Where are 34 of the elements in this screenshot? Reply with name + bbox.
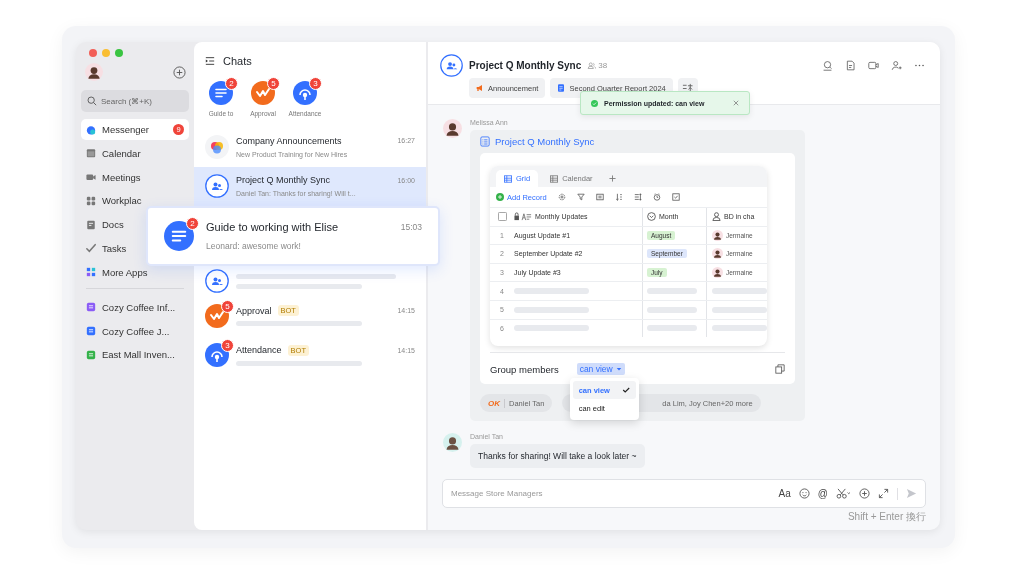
- chat-name: Guide to working with Elise: [206, 221, 339, 233]
- nav-item[interactable]: Workplac: [81, 190, 147, 212]
- message-bubble: Thanks for sharing! Will take a look later ~: [470, 444, 645, 468]
- nav-item[interactable]: Tasks: [81, 238, 132, 259]
- unread-badge: 5: [221, 299, 234, 313]
- document-item[interactable]: East Mall Inven...: [81, 344, 180, 366]
- panel-title: Chats: [223, 55, 252, 67]
- shortcut-hint: Shift + Enter 換行: [847, 510, 926, 524]
- search-field[interactable]: Search (⌘+K): [81, 90, 189, 112]
- chat-preview: Leonard: awesome work!: [206, 241, 302, 251]
- card-title[interactable]: Project Q Monthly Sync: [495, 136, 595, 147]
- ok-emoji: OK: [488, 398, 500, 408]
- chat-name: Attendance: [236, 345, 282, 356]
- chat-name: Project Q Monthly Sync: [236, 175, 331, 186]
- nav-item[interactable]: Meetings: [81, 166, 146, 188]
- unread-badge: 3: [221, 339, 234, 353]
- chat-time: 15:03: [400, 222, 422, 232]
- document-item[interactable]: Cozy Coffee Inf...: [81, 296, 181, 318]
- member-count: 38: [598, 61, 608, 70]
- unread-badge: 3: [309, 77, 322, 90]
- chat-name: Company Announcements: [236, 135, 342, 146]
- message-input[interactable]: Message Store Managers Aa @: [442, 479, 926, 508]
- unread-badge: 5: [267, 77, 280, 90]
- unread-badge: 2: [186, 217, 199, 230]
- chat-item[interactable]: 2 Guide to working with Elise 15:03 Leonard: awesome work!: [146, 206, 440, 266]
- permission-label: Group members: [490, 363, 559, 375]
- nav-item[interactable]: Calendar: [81, 142, 146, 164]
- nav-item[interactable]: Docs: [81, 214, 129, 236]
- mention-icon[interactable]: @: [817, 488, 828, 499]
- format-icon[interactable]: Aa: [778, 488, 791, 499]
- chat-title: Project Q Monthly Sync: [469, 60, 582, 71]
- chat-name: Approval: [236, 305, 272, 316]
- unread-badge: 2: [225, 77, 238, 90]
- document-item[interactable]: Cozy Coffee J...: [81, 320, 175, 342]
